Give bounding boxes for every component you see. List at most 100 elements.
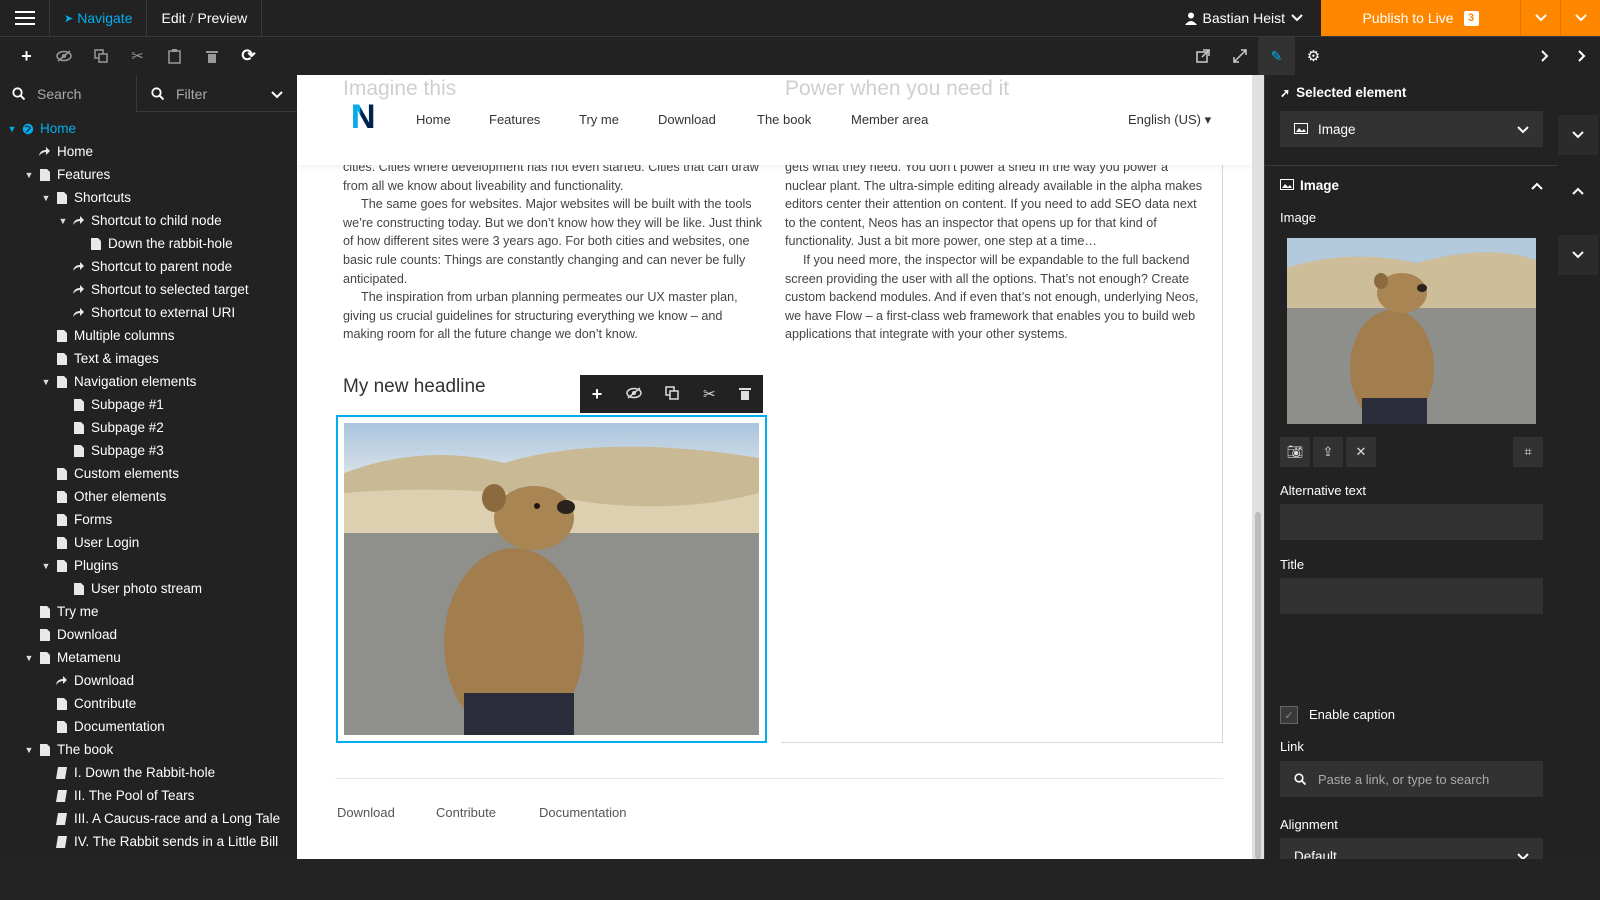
cut-element-button[interactable]: ✂ xyxy=(703,385,716,403)
tree-node[interactable]: Documentation xyxy=(0,715,297,738)
hide-element-button[interactable] xyxy=(626,386,642,402)
upload-image-button[interactable]: ⇪ xyxy=(1313,437,1343,467)
tree-node[interactable]: Download xyxy=(0,623,297,646)
tree-node[interactable]: ▼ Shortcuts xyxy=(0,186,297,209)
right-text-column[interactable]: gets what they need. You don’t power a s… xyxy=(785,158,1210,344)
caret-down-icon[interactable]: ▼ xyxy=(57,216,69,226)
crop-image-button[interactable]: ⌗ xyxy=(1513,437,1543,467)
tree-node[interactable]: ▼ Metamenu xyxy=(0,646,297,669)
delete-element-button[interactable] xyxy=(739,386,752,403)
tab-inspector-edit[interactable]: ✎ xyxy=(1258,36,1295,76)
selected-element-select[interactable]: Image xyxy=(1280,111,1543,147)
tree-filter-select[interactable]: Filter xyxy=(137,75,297,112)
copy-node-button[interactable] xyxy=(82,37,119,76)
secondary-expand-button[interactable] xyxy=(1558,171,1598,211)
secondary-collapse-button[interactable] xyxy=(1558,115,1598,155)
publish-dropdown-button[interactable] xyxy=(1520,0,1560,36)
caret-down-icon[interactable]: ▼ xyxy=(23,170,35,180)
content-scrollbar[interactable] xyxy=(1252,75,1264,859)
alignment-select[interactable]: Default xyxy=(1280,838,1543,859)
tree-node[interactable]: Download xyxy=(0,669,297,692)
scissors-icon: ✂ xyxy=(703,386,716,403)
tree-node[interactable]: Text & images xyxy=(0,347,297,370)
nav-link-the-book[interactable]: The book xyxy=(757,112,811,127)
nav-link-try-me[interactable]: Try me xyxy=(579,112,619,127)
tree-node[interactable]: Other elements xyxy=(0,485,297,508)
paste-node-button[interactable] xyxy=(156,37,193,76)
secondary-dropdown-button[interactable] xyxy=(1558,235,1598,275)
hide-node-button[interactable] xyxy=(45,37,82,76)
tree-node[interactable]: Try me xyxy=(0,600,297,623)
tree-node[interactable]: Down the rabbit-hole xyxy=(0,232,297,255)
collapse-inspector-button[interactable] xyxy=(1526,37,1563,76)
open-external-button[interactable] xyxy=(1184,37,1221,76)
nav-link-member-area[interactable]: Member area xyxy=(851,112,928,127)
add-node-button[interactable]: + xyxy=(8,37,45,76)
publish-button[interactable]: Publish to Live 3 xyxy=(1321,0,1520,36)
nav-link-features[interactable]: Features xyxy=(489,112,540,127)
cut-node-button[interactable]: ✂ xyxy=(119,37,156,76)
refresh-button[interactable]: ⟳ xyxy=(230,37,267,76)
delete-node-button[interactable] xyxy=(193,37,230,76)
nav-link-home[interactable]: Home xyxy=(416,112,451,127)
link-input[interactable]: Paste a link, or type to search xyxy=(1280,761,1543,797)
scrollbar-thumb[interactable] xyxy=(1255,512,1261,859)
footer-link-documentation[interactable]: Documentation xyxy=(539,805,626,820)
caret-down-icon[interactable]: ▼ xyxy=(23,653,35,663)
nav-link-download[interactable]: Download xyxy=(658,112,716,127)
tree-node[interactable]: Multiple columns xyxy=(0,324,297,347)
tab-inspector-settings[interactable]: ⚙ xyxy=(1295,37,1332,76)
caret-down-icon[interactable]: ▼ xyxy=(40,377,52,387)
hamburger-menu-button[interactable] xyxy=(0,0,50,36)
tree-node[interactable]: ▼ Home xyxy=(0,117,297,140)
content-headline[interactable]: My new headline xyxy=(343,376,486,398)
tree-node[interactable]: IV. The Rabbit sends in a Little Bill xyxy=(0,830,297,853)
tab-navigate[interactable]: ➤ Navigate xyxy=(50,0,148,36)
user-menu[interactable]: Bastian Heist xyxy=(1167,0,1321,36)
tree-node[interactable]: ▼ The book xyxy=(0,738,297,761)
tree-node[interactable]: ▼ Shortcut to child node xyxy=(0,209,297,232)
fullscreen-button[interactable] xyxy=(1221,37,1258,76)
tree-node[interactable]: Subpage #3 xyxy=(0,439,297,462)
tree-node[interactable]: ▼ Features xyxy=(0,163,297,186)
language-selector[interactable]: English (US) ▾ xyxy=(1128,112,1211,128)
publish-extra-button[interactable] xyxy=(1560,0,1600,36)
select-media-button[interactable]: 📷︎ xyxy=(1280,437,1310,467)
tree-node[interactable]: I. Down the Rabbit-hole xyxy=(0,761,297,784)
tree-node[interactable]: Custom elements xyxy=(0,462,297,485)
tree-node[interactable]: Home xyxy=(0,140,297,163)
tree-node[interactable]: Subpage #1 xyxy=(0,393,297,416)
tree-node[interactable]: II. The Pool of Tears xyxy=(0,784,297,807)
copy-element-button[interactable] xyxy=(665,385,680,403)
add-element-button[interactable]: + xyxy=(592,384,603,405)
remove-image-button[interactable]: ✕ xyxy=(1346,437,1376,467)
caret-down-icon[interactable]: ▼ xyxy=(23,745,35,755)
footer-link-download[interactable]: Download xyxy=(337,805,395,820)
title-input[interactable] xyxy=(1280,578,1543,614)
tree-node[interactable]: Subpage #2 xyxy=(0,416,297,439)
caret-down-icon[interactable]: ▼ xyxy=(40,193,52,203)
alt-text-input[interactable] xyxy=(1280,504,1543,540)
selected-image-element[interactable] xyxy=(336,415,767,743)
tree-node[interactable]: ▼ Plugins xyxy=(0,554,297,577)
tree-node[interactable]: Shortcut to external URI xyxy=(0,301,297,324)
neos-logo[interactable]: NN xyxy=(351,100,381,134)
tree-node[interactable]: Shortcut to parent node xyxy=(0,255,297,278)
image-preview[interactable] xyxy=(1287,238,1536,424)
tab-edit-preview[interactable]: Edit / Preview xyxy=(147,0,263,36)
image-section-header[interactable]: Image xyxy=(1280,178,1543,193)
tree-node[interactable]: Shortcut to selected target xyxy=(0,278,297,301)
enable-caption-checkbox[interactable]: ✓ xyxy=(1280,706,1298,724)
tree-node[interactable]: User Login xyxy=(0,531,297,554)
tree-node[interactable]: ▼ Navigation elements xyxy=(0,370,297,393)
tree-node[interactable]: III. A Caucus-race and a Long Tale xyxy=(0,807,297,830)
tree-node[interactable]: Forms xyxy=(0,508,297,531)
collapse-panel-button[interactable] xyxy=(1563,37,1600,76)
tree-node[interactable]: Contribute xyxy=(0,692,297,715)
tree-search-input[interactable]: Search xyxy=(0,75,137,112)
footer-link-contribute[interactable]: Contribute xyxy=(436,805,496,820)
caret-down-icon[interactable]: ▼ xyxy=(6,124,18,134)
left-text-column[interactable]: cities. Cities where development has not… xyxy=(343,158,763,344)
tree-node[interactable]: User photo stream xyxy=(0,577,297,600)
caret-down-icon[interactable]: ▼ xyxy=(40,561,52,571)
